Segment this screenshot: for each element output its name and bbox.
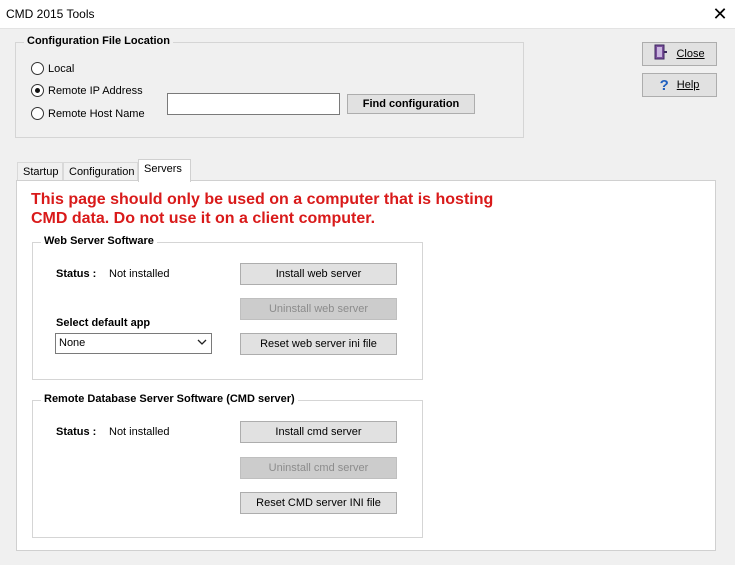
- radio-remote-host-circle[interactable]: [31, 107, 44, 120]
- cmd-status-label: Status :: [56, 426, 97, 438]
- servers-panel: This page should only be used on a compu…: [16, 180, 716, 551]
- install-cmd-server-button[interactable]: Install cmd server: [240, 421, 397, 443]
- tab-configuration[interactable]: Configuration: [63, 162, 138, 181]
- radio-local-label: Local: [48, 62, 75, 75]
- close-icon[interactable]: ✕: [705, 0, 735, 28]
- chevron-down-icon: [197, 335, 207, 352]
- default-app-select[interactable]: None: [55, 333, 212, 354]
- close-button[interactable]: Close: [642, 42, 717, 66]
- cmd-server-legend: Remote Database Server Software (CMD ser…: [41, 393, 298, 405]
- radio-remote-host-label: Remote Host Name: [48, 107, 145, 120]
- reset-web-server-ini-button[interactable]: Reset web server ini file: [240, 333, 397, 355]
- install-web-server-button[interactable]: Install web server: [240, 263, 397, 285]
- help-button-label: Help: [676, 79, 700, 91]
- radio-remote-ip-circle[interactable]: [31, 84, 44, 97]
- tab-servers[interactable]: Servers: [138, 159, 191, 182]
- address-input[interactable]: [167, 93, 340, 115]
- door-exit-icon: [654, 44, 668, 64]
- web-status-value: Not installed: [109, 268, 170, 280]
- warning-message: This page should only be used on a compu…: [31, 191, 494, 227]
- radio-local-circle[interactable]: [31, 62, 44, 75]
- radio-local[interactable]: Local: [31, 62, 74, 75]
- window-title: CMD 2015 Tools: [6, 7, 95, 21]
- uninstall-web-server-button: Uninstall web server: [240, 298, 397, 320]
- default-app-label: Select default app: [56, 317, 151, 329]
- question-mark-icon: ?: [659, 76, 669, 94]
- tab-startup[interactable]: Startup: [17, 162, 63, 181]
- default-app-value: None: [59, 337, 86, 349]
- radio-remote-ip[interactable]: Remote IP Address: [31, 84, 143, 97]
- title-bar: CMD 2015 Tools ✕: [0, 0, 735, 29]
- config-location-legend: Configuration File Location: [24, 35, 173, 47]
- radio-remote-host[interactable]: Remote Host Name: [31, 107, 145, 120]
- help-button[interactable]: ? Help: [642, 73, 717, 97]
- web-status-label: Status :: [56, 268, 97, 280]
- radio-remote-ip-label: Remote IP Address: [48, 84, 143, 97]
- web-server-legend: Web Server Software: [41, 235, 157, 247]
- close-button-label: Close: [676, 48, 705, 60]
- cmd-status-value: Not installed: [109, 426, 170, 438]
- uninstall-cmd-server-button: Uninstall cmd server: [240, 457, 397, 479]
- find-configuration-button[interactable]: Find configuration: [347, 94, 475, 114]
- reset-cmd-server-ini-button[interactable]: Reset CMD server INI file: [240, 492, 397, 514]
